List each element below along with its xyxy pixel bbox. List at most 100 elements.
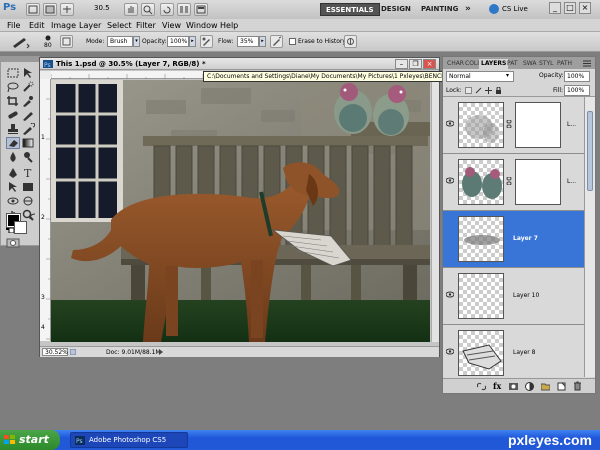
vertical-ruler[interactable]: 1 2 3 4 bbox=[40, 79, 51, 341]
add-mask-icon[interactable] bbox=[509, 382, 518, 391]
view-extras-button[interactable] bbox=[60, 3, 74, 16]
document-vertical-scrollbar[interactable] bbox=[431, 71, 439, 342]
workspace-essentials[interactable]: ESSENTIALS bbox=[320, 3, 380, 16]
layer-row[interactable]: Layer 8 bbox=[443, 325, 584, 377]
workspace-painting[interactable]: PAINTING bbox=[416, 3, 463, 16]
menu-window[interactable]: Window bbox=[186, 19, 218, 32]
pen-tool-icon[interactable] bbox=[6, 167, 20, 179]
tools-panel-header[interactable] bbox=[1, 57, 39, 62]
new-layer-icon[interactable] bbox=[557, 382, 566, 391]
arrange-documents-button[interactable] bbox=[177, 3, 191, 16]
tablet-pressure-size-icon[interactable] bbox=[344, 35, 357, 48]
layer-row[interactable]: Layer 10 bbox=[443, 268, 584, 325]
gradient-tool-icon[interactable] bbox=[21, 137, 35, 149]
tab-styles[interactable]: STYL bbox=[537, 59, 555, 69]
start-button[interactable]: start bbox=[0, 430, 60, 450]
eye-icon[interactable] bbox=[445, 348, 455, 355]
menu-edit[interactable]: Edit bbox=[29, 19, 45, 32]
image-canvas[interactable] bbox=[51, 80, 430, 342]
cs-live-button[interactable]: CS Live bbox=[502, 5, 528, 13]
layer-thumbnail[interactable] bbox=[458, 273, 504, 319]
more-workspaces-button[interactable]: » bbox=[460, 3, 476, 16]
flow-field[interactable]: 35% bbox=[237, 36, 259, 47]
move-tool-icon[interactable] bbox=[21, 67, 35, 79]
doc-restore-button[interactable]: ❐ bbox=[409, 59, 422, 69]
erase-to-history-checkbox[interactable] bbox=[289, 38, 296, 45]
clone-stamp-tool-icon[interactable] bbox=[6, 123, 20, 135]
status-menu-icon[interactable] bbox=[69, 348, 77, 356]
layer-row[interactable]: L... bbox=[443, 154, 584, 211]
new-group-icon[interactable] bbox=[540, 382, 551, 391]
doc-close-button[interactable]: × bbox=[423, 59, 436, 69]
app-minimize-button[interactable]: _ bbox=[549, 2, 561, 14]
status-arrow-icon[interactable] bbox=[158, 349, 164, 355]
type-tool-icon[interactable]: T bbox=[21, 167, 35, 179]
layer-style-icon[interactable]: fx bbox=[493, 381, 502, 391]
brush-panel-toggle-icon[interactable] bbox=[60, 35, 73, 48]
layer-mask-thumbnail[interactable] bbox=[515, 102, 561, 148]
quick-mask-icon[interactable] bbox=[6, 238, 20, 248]
zoom-percent-field[interactable]: 30.52% bbox=[42, 348, 68, 356]
lock-image-icon[interactable] bbox=[475, 87, 482, 94]
blend-dropdown-icon[interactable]: ▾ bbox=[506, 72, 513, 80]
tab-layers[interactable]: LAYERS bbox=[479, 59, 509, 69]
document-title-bar[interactable]: Ps This 1.psd @ 30.5% (Layer 7, RGB/8) *… bbox=[40, 58, 439, 70]
mode-select[interactable]: Brush bbox=[107, 36, 133, 47]
eye-icon[interactable] bbox=[445, 177, 455, 184]
layer-row-selected[interactable]: Layer 7 bbox=[443, 211, 584, 268]
layer-thumbnail[interactable] bbox=[458, 159, 504, 205]
layer-thumbnail[interactable] bbox=[458, 102, 504, 148]
brush-size[interactable]: 80 bbox=[44, 42, 52, 49]
brush-tool-icon[interactable] bbox=[21, 109, 35, 121]
blend-mode-select[interactable]: Normal bbox=[446, 71, 514, 82]
3d-orbit-tool-icon[interactable] bbox=[21, 195, 35, 207]
delete-layer-icon[interactable] bbox=[573, 381, 582, 391]
history-brush-tool-icon[interactable] bbox=[21, 123, 35, 135]
menu-filter[interactable]: Filter bbox=[136, 19, 156, 32]
eye-icon[interactable] bbox=[445, 120, 455, 127]
lock-transparent-icon[interactable] bbox=[465, 87, 472, 94]
layers-scrollbar[interactable] bbox=[584, 97, 595, 377]
screen-mode-button[interactable] bbox=[194, 3, 208, 16]
workspace-design[interactable]: DESIGN bbox=[376, 3, 416, 16]
brush-preset-icon[interactable] bbox=[10, 35, 30, 49]
swap-colors-icon[interactable] bbox=[29, 213, 37, 221]
tab-paths-pat[interactable]: PAT bbox=[505, 59, 520, 69]
crop-tool-icon[interactable] bbox=[6, 95, 20, 107]
flow-slider-icon[interactable]: ▸ bbox=[259, 36, 266, 47]
tab-swatches[interactable]: SWA bbox=[521, 59, 539, 69]
doc-minimize-button[interactable]: – bbox=[395, 59, 408, 69]
mini-bridge-button[interactable] bbox=[43, 3, 57, 16]
lasso-tool-icon[interactable] bbox=[6, 81, 20, 93]
menu-view[interactable]: View bbox=[162, 19, 181, 32]
quick-selection-tool-icon[interactable] bbox=[21, 81, 35, 93]
layer-thumbnail[interactable] bbox=[458, 330, 504, 376]
path-selection-tool-icon[interactable] bbox=[6, 181, 20, 193]
menu-select[interactable]: Select bbox=[107, 19, 132, 32]
3d-rotate-tool-icon[interactable] bbox=[6, 195, 20, 207]
bridge-button[interactable] bbox=[26, 3, 40, 16]
eyedropper-tool-icon[interactable] bbox=[21, 95, 35, 107]
tablet-pressure-opacity-icon[interactable] bbox=[200, 35, 213, 48]
menu-image[interactable]: Image bbox=[51, 19, 76, 32]
app-close-button[interactable]: × bbox=[579, 2, 591, 14]
blur-tool-icon[interactable] bbox=[6, 151, 20, 163]
mode-dropdown-icon[interactable]: ▾ bbox=[133, 36, 140, 47]
healing-brush-tool-icon[interactable] bbox=[6, 109, 20, 121]
rotate-view-button[interactable] bbox=[160, 3, 174, 16]
layer-thumbnail[interactable] bbox=[458, 216, 504, 262]
eye-icon[interactable] bbox=[445, 291, 455, 298]
layer-opacity-field[interactable]: 100% bbox=[564, 71, 590, 82]
layer-row[interactable]: L... bbox=[443, 97, 584, 154]
eraser-tool-icon[interactable] bbox=[6, 137, 20, 149]
menu-layer[interactable]: Layer bbox=[79, 19, 101, 32]
taskbar-photoshop-button[interactable]: Ps Adobe Photoshop CS5 bbox=[70, 432, 188, 448]
layer-mask-thumbnail[interactable] bbox=[515, 159, 561, 205]
opacity-field[interactable]: 100% bbox=[167, 36, 189, 47]
background-color-swatch[interactable] bbox=[14, 221, 27, 234]
lock-position-icon[interactable] bbox=[485, 87, 492, 94]
opacity-slider-icon[interactable]: ▸ bbox=[189, 36, 196, 47]
shape-tool-icon[interactable] bbox=[21, 181, 35, 193]
marquee-tool-icon[interactable] bbox=[6, 67, 20, 79]
fill-field[interactable]: 100% bbox=[564, 85, 590, 96]
